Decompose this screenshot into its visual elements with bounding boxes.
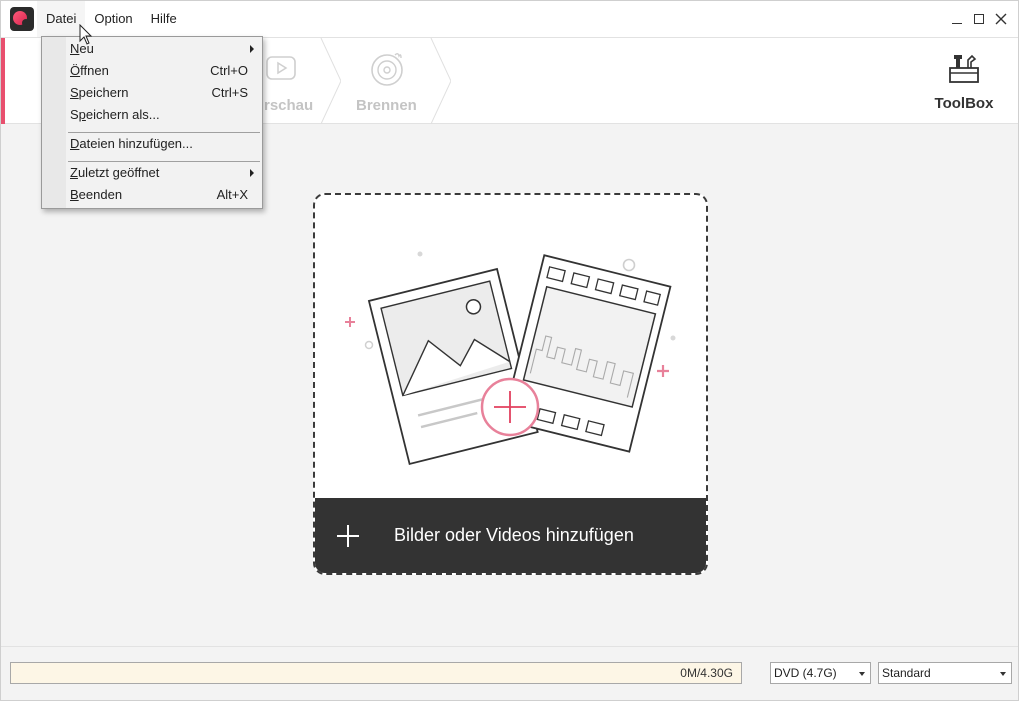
menu-item-dateien-mnemonic: D [70, 136, 80, 151]
minimize-icon [952, 22, 962, 24]
menu-item-zuletzt-label: uletzt geöffnet [77, 165, 160, 180]
status-bar: 0M/4.30G DVD (4.7G) Standard [1, 646, 1018, 700]
preview-icon [266, 56, 296, 80]
menu-hilfe[interactable]: Hilfe [142, 1, 186, 37]
shortcut-ctrl-o: Ctrl+O [210, 63, 248, 78]
active-step-indicator [1, 38, 5, 124]
maximize-button[interactable] [968, 5, 990, 33]
menu-item-zuletzt-geoeffnet[interactable]: Zuletzt geöffnet [66, 162, 262, 184]
burn-disc-icon [371, 53, 403, 86]
menu-item-neu[interactable]: Neu [66, 38, 262, 60]
media-drop-zone[interactable]: Bilder oder Videos hinzufügen [313, 193, 708, 575]
media-illustration [345, 251, 676, 466]
menu-item-speichern-mnemonic: S [70, 85, 79, 100]
plus-icon [337, 524, 359, 547]
menu-item-oeffnen-label: ffnen [80, 63, 109, 78]
quality-value: Standard [882, 666, 931, 680]
step-brennen-label: Brennen [356, 97, 417, 114]
menu-item-speichern-als[interactable]: Speichern als... [66, 104, 262, 126]
menu-item-beenden-mnemonic: B [70, 187, 79, 202]
menu-item-speichern-als-label: eichern als... [85, 107, 160, 122]
close-icon [995, 13, 1007, 25]
disc-type-value: DVD (4.7G) [774, 666, 837, 680]
menu-item-oeffnen-mnemonic: Ö [70, 63, 81, 78]
minimize-button[interactable] [946, 5, 968, 33]
datei-dropdown-menu: Neu Öffnen Ctrl+O Speichern Ctrl+S Speic… [41, 36, 263, 209]
shortcut-ctrl-s: Ctrl+S [211, 85, 248, 100]
window-controls [946, 5, 1012, 33]
menu-item-dateien-label: ateien hinzufügen... [79, 136, 193, 151]
maximize-icon [974, 14, 984, 24]
menu-item-speichern-label: peichern [78, 85, 129, 100]
menu-gutter [42, 37, 66, 208]
menu-item-oeffnen[interactable]: Öffnen Ctrl+O [66, 60, 262, 82]
app-logo-icon [10, 7, 34, 31]
shortcut-alt-x: Alt+X [216, 187, 248, 202]
toolbox-icon [949, 54, 979, 83]
title-bar: Datei Option Hilfe [1, 1, 1018, 38]
submenu-arrow-icon [250, 169, 254, 177]
disc-capacity-text: 0M/4.30G [680, 666, 733, 680]
toolbox-button[interactable]: ToolBox [934, 52, 994, 112]
chevron-down-icon [1000, 672, 1006, 676]
quality-select[interactable]: Standard [878, 662, 1012, 684]
step-vorschau-label: rschau [264, 97, 314, 114]
step-separator [430, 38, 451, 124]
mouse-cursor-icon [79, 24, 93, 45]
toolbox-label: ToolBox [934, 95, 994, 112]
menu-option[interactable]: Option [85, 1, 141, 37]
menu-item-speichern-als-mnemonic: p [78, 107, 86, 122]
menu-item-beenden-label: eenden [78, 187, 123, 202]
submenu-arrow-icon [250, 45, 254, 53]
menu-item-zuletzt-mnemonic: Z [70, 165, 78, 180]
menu-item-beenden[interactable]: Beenden Alt+X [66, 184, 262, 206]
close-button[interactable] [990, 5, 1012, 33]
disc-type-select[interactable]: DVD (4.7G) [770, 662, 871, 684]
menu-bar: Datei Option Hilfe [37, 1, 186, 37]
chevron-down-icon [859, 672, 865, 676]
add-media-button[interactable]: Bilder oder Videos hinzufügen [315, 498, 706, 573]
menu-item-neu-mnemonic: N [70, 41, 80, 56]
menu-item-speichern-als-prefix: S [70, 107, 79, 122]
disc-capacity-bar: 0M/4.30G [10, 662, 742, 684]
menu-item-dateien-hinzufuegen[interactable]: Dateien hinzufügen... [66, 133, 262, 155]
menu-item-speichern[interactable]: Speichern Ctrl+S [66, 82, 262, 104]
add-media-label: Bilder oder Videos hinzufügen [394, 525, 634, 545]
